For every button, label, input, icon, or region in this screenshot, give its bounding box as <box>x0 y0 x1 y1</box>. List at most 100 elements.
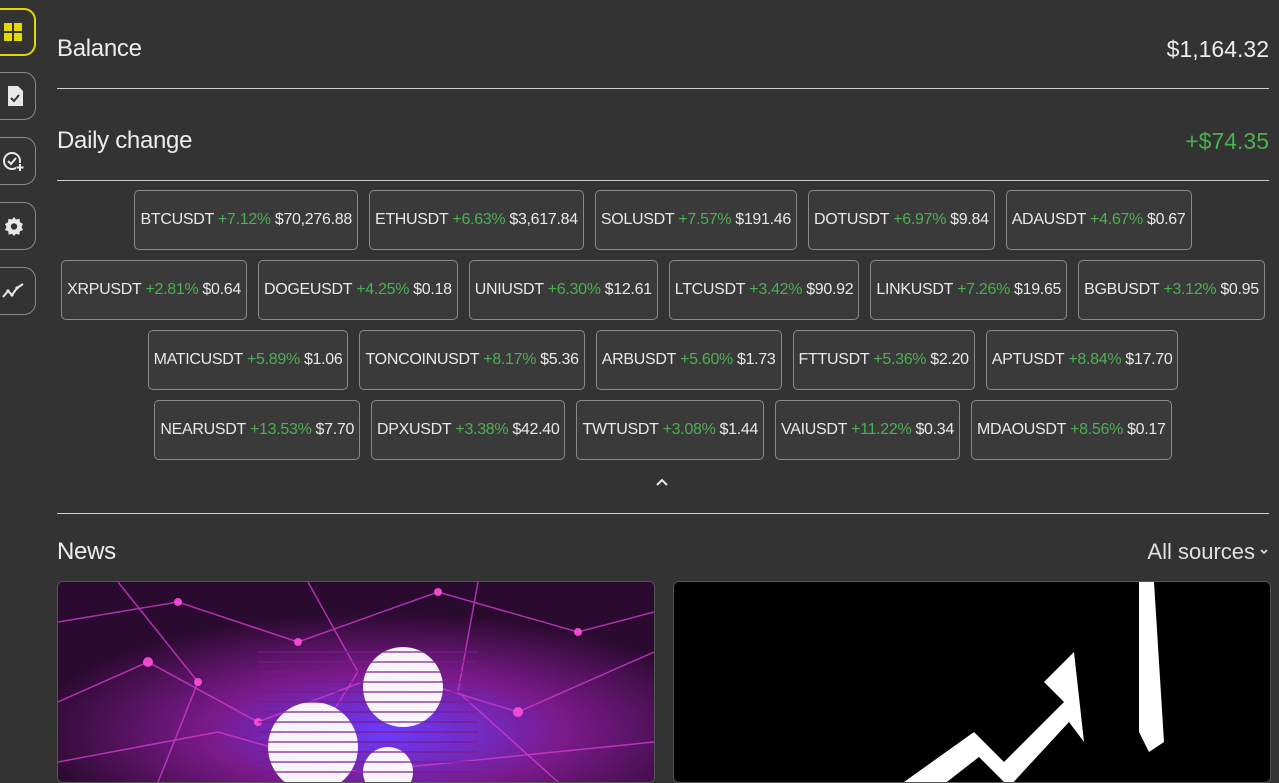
ticker-row: NEARUSDT +13.53% $7.70 DPXUSDT +3.38% $42.40 T… <box>57 400 1269 460</box>
ticker-row: BTCUSDT +7.12% $70,276.88 ETHUSDT +6.63% $3,6… <box>57 190 1269 250</box>
ticker-price: $90.92 <box>806 281 854 298</box>
ticker-card[interactable]: DPXUSDT +3.38% $42.40 <box>371 400 566 460</box>
ticker-card[interactable]: TWTUSDT +3.08% $1.44 <box>576 400 765 460</box>
sidebar-item-analytics[interactable] <box>0 267 36 315</box>
ticker-change: +6.30% <box>547 281 601 298</box>
ticker-card[interactable]: SOLUSDT +7.57% $191.46 <box>594 190 797 250</box>
sidebar-item-dashboard[interactable] <box>0 8 36 56</box>
ticker-row: XRPUSDT +2.81% $0.64 DOGEUSDT +4.25% $0.18 UNI… <box>57 260 1269 320</box>
trend-chart-icon <box>2 283 24 298</box>
ticker-symbol: ADAUSDT <box>1011 211 1087 228</box>
ticker-card[interactable]: MATICUSDT +5.89% $1.06 <box>147 330 349 390</box>
divider <box>57 180 1269 181</box>
ticker-change: +7.12% <box>217 211 271 228</box>
ticker-card[interactable]: ARBUSDT +5.60% $1.73 <box>595 330 782 390</box>
ticker-price: $5.36 <box>540 351 579 368</box>
ticker-card[interactable]: APTUSDT +8.84% $17.70 <box>985 330 1179 390</box>
ticker-card[interactable]: XRPUSDT +2.81% $0.64 <box>61 260 247 320</box>
ticker-card[interactable]: VAIUSDT +11.22% $0.34 <box>775 400 960 460</box>
ticker-change: +6.63% <box>452 211 506 228</box>
ticker-change: +7.26% <box>957 281 1010 298</box>
ticker-card[interactable]: ADAUSDT +4.67% $0.67 <box>1005 190 1192 250</box>
ticker-price: $17.70 <box>1125 351 1173 368</box>
xrp-logo-purple-network-image <box>58 582 654 782</box>
divider <box>57 88 1269 89</box>
ticker-change: +8.84% <box>1068 351 1122 368</box>
ticker-symbol: APTUSDT <box>991 351 1065 368</box>
ticker-card[interactable]: DOTUSDT +6.97% $9.84 <box>807 190 995 250</box>
ticker-price: $0.18 <box>413 281 452 298</box>
ticker-card[interactable]: DOGEUSDT +4.25% $0.18 <box>257 260 458 320</box>
ticker-price: $9.84 <box>950 211 989 228</box>
add-check-icon <box>3 152 24 171</box>
ticker-symbol: LINKUSDT <box>876 281 954 298</box>
ticker-card[interactable]: UNIUSDT +6.30% $12.61 <box>468 260 658 320</box>
ticker-change: +5.89% <box>247 351 300 368</box>
balance-value: $1,164.32 <box>1166 35 1269 62</box>
ticker-price: $19.65 <box>1014 281 1062 298</box>
ticker-symbol: VAIUSDT <box>781 421 848 438</box>
ticker-change: +7.57% <box>678 211 732 228</box>
divider <box>57 513 1269 514</box>
ticker-price: $12.61 <box>604 281 652 298</box>
ticker-price: $0.17 <box>1127 421 1166 438</box>
ticker-symbol: MATICUSDT <box>153 351 244 368</box>
ticker-card[interactable]: BTCUSDT +7.12% $70,276.88 <box>134 190 358 250</box>
daily-change-row: Daily change +$74.35 <box>57 118 1269 164</box>
ticker-price: $2.20 <box>930 351 969 368</box>
ticker-symbol: BGBUSDT <box>1084 281 1160 298</box>
ticker-change: +4.25% <box>356 281 410 298</box>
ticker-card[interactable]: LINKUSDT +7.26% $19.65 <box>870 260 1068 320</box>
gear-icon <box>5 217 23 236</box>
ticker-price: $70,276.88 <box>274 211 352 228</box>
ticker-price: $0.95 <box>1220 281 1259 298</box>
chevron-up-icon <box>656 478 668 486</box>
ticker-grid: BTCUSDT +7.12% $70,276.88 ETHUSDT +6.63% $3,6… <box>57 190 1269 470</box>
ticker-price: $7.70 <box>315 421 355 438</box>
ticker-symbol: DOGEUSDT <box>263 281 353 298</box>
ticker-card[interactable]: FTTUSDT +5.36% $2.20 <box>792 330 975 390</box>
sources-dropdown[interactable]: All sources <box>1147 539 1269 565</box>
ticker-card[interactable]: MDAOUSDT +8.56% $0.17 <box>970 400 1172 460</box>
daily-change-value: +$74.35 <box>1185 127 1269 154</box>
ticker-price: $1.06 <box>303 351 343 368</box>
chevron-down-icon <box>1260 549 1268 555</box>
ticker-card[interactable]: ETHUSDT +6.63% $3,617.84 <box>368 190 584 250</box>
ticker-price: $42.40 <box>512 421 560 438</box>
ticker-symbol: UNIUSDT <box>474 281 544 298</box>
daily-change-label: Daily change <box>57 127 193 154</box>
ticker-price: $191.46 <box>735 211 791 228</box>
ticker-symbol: ARBUSDT <box>601 351 677 368</box>
balance-label: Balance <box>57 35 142 62</box>
sidebar-item-settings[interactable] <box>0 202 36 250</box>
ticker-change: +8.17% <box>483 351 537 368</box>
ticker-symbol: NEARUSDT <box>160 421 246 438</box>
ticker-symbol: XRPUSDT <box>67 281 142 298</box>
ticker-symbol: TONCOINUSDT <box>365 351 480 368</box>
ticker-change: +5.60% <box>680 351 733 368</box>
news-title: News <box>57 538 116 565</box>
ticker-card[interactable]: LTCUSDT +3.42% $90.92 <box>668 260 860 320</box>
ticker-card[interactable]: NEARUSDT +13.53% $7.70 <box>154 400 361 460</box>
ticker-symbol: DOTUSDT <box>813 211 890 228</box>
ticker-price: $1.73 <box>736 351 776 368</box>
ticker-change: +2.81% <box>145 281 199 298</box>
ticker-symbol: SOLUSDT <box>600 211 675 228</box>
ticker-change: +3.38% <box>455 421 509 438</box>
news-card[interactable] <box>57 581 655 783</box>
ticker-price: $0.67 <box>1146 211 1186 228</box>
news-card[interactable] <box>673 581 1271 783</box>
ticker-change: +6.97% <box>893 211 947 228</box>
news-header: News All sources <box>57 534 1269 570</box>
ticker-symbol: DPXUSDT <box>377 421 452 438</box>
ticker-change: +5.36% <box>873 351 927 368</box>
dashboard-grid-icon <box>4 23 22 41</box>
ticker-symbol: FTTUSDT <box>798 351 870 368</box>
ticker-row: MATICUSDT +5.89% $1.06 TONCOINUSDT +8.17% $5.… <box>57 330 1269 390</box>
collapse-tickers-button[interactable] <box>651 472 673 492</box>
ticker-symbol: BTCUSDT <box>140 211 214 228</box>
sidebar-item-add-alert[interactable] <box>0 137 36 185</box>
ticker-card[interactable]: BGBUSDT +3.12% $0.95 <box>1078 260 1265 320</box>
ticker-card[interactable]: TONCOINUSDT +8.17% $5.36 <box>359 330 585 390</box>
sidebar-item-reports[interactable] <box>0 72 36 120</box>
